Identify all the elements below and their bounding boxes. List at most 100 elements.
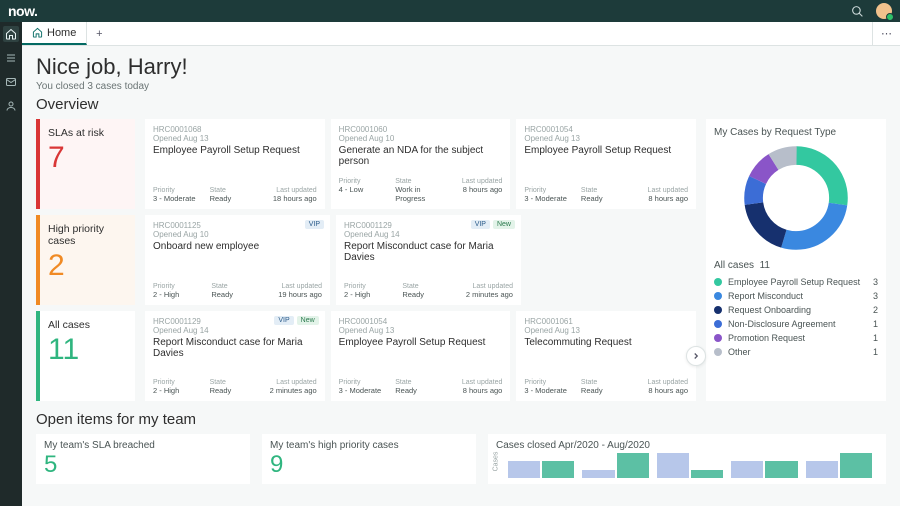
summary-title: All cases bbox=[48, 319, 127, 331]
legend-item[interactable]: Report Misconduct 3 bbox=[714, 291, 878, 301]
rail-list-icon[interactable] bbox=[3, 50, 19, 66]
chart-y-label: Cases bbox=[492, 452, 499, 472]
cases-closed-chart[interactable]: Cases closed Apr/2020 - Aug/2020 Cases bbox=[488, 434, 886, 484]
card-row: VIPHRC0001125Opened Aug 10 Onboard new em… bbox=[145, 215, 696, 305]
case-card[interactable]: HRC0001068Opened Aug 13Employee Payroll … bbox=[145, 119, 325, 209]
chart-bars bbox=[496, 453, 878, 478]
kpi-value: 9 bbox=[270, 451, 468, 479]
rail-user-icon[interactable] bbox=[3, 98, 19, 114]
legend-item[interactable]: Employee Payroll Setup Request3 bbox=[714, 277, 878, 287]
badges: VIP bbox=[305, 220, 324, 229]
chart-bar bbox=[731, 461, 763, 478]
chart-bar bbox=[617, 453, 649, 478]
case-opened: Opened Aug 10 bbox=[153, 230, 322, 239]
case-opened: Opened Aug 13 bbox=[153, 134, 317, 143]
tab-home[interactable]: Home bbox=[22, 22, 87, 45]
legend-dot bbox=[714, 334, 722, 342]
tab-strip: Home + ⋯ bbox=[22, 22, 900, 46]
badge: VIP bbox=[274, 316, 293, 325]
summary-value: 11 bbox=[48, 333, 127, 367]
kpi-value: 5 bbox=[44, 451, 242, 479]
kpi-sla-breached[interactable]: My team's SLA breached 5 bbox=[36, 434, 250, 484]
case-opened: Opened Aug 13 bbox=[524, 134, 688, 143]
chart-bar bbox=[806, 461, 838, 478]
case-footer: Priority2 - HighStateReadyLast updated19… bbox=[153, 283, 322, 299]
add-tab-button[interactable]: + bbox=[87, 22, 111, 45]
case-opened: Opened Aug 13 bbox=[524, 326, 688, 335]
legend-label: Promotion Request bbox=[728, 333, 805, 343]
case-title: Report Misconduct case for Maria Davies bbox=[344, 241, 513, 263]
scroll-right-arrow[interactable] bbox=[686, 346, 706, 366]
case-opened: Opened Aug 14 bbox=[153, 326, 317, 335]
case-title: Report Misconduct case for Maria Davies bbox=[153, 337, 317, 359]
case-id: HRC0001054 bbox=[524, 125, 688, 134]
rail-home-icon[interactable] bbox=[3, 26, 19, 42]
case-title: Employee Payroll Setup Request bbox=[339, 337, 503, 348]
page-title: Nice job, Harry! bbox=[36, 54, 886, 80]
case-card[interactable]: VIPNewHRC0001129Opened Aug 14Report Misc… bbox=[145, 311, 325, 401]
case-card[interactable]: HRC0001061Opened Aug 13Telecommuting Req… bbox=[516, 311, 696, 401]
legend-count: 3 bbox=[873, 291, 878, 301]
chart-bar bbox=[657, 453, 689, 478]
case-card[interactable]: HRC0001054Opened Aug 13 Employee Payroll … bbox=[516, 119, 696, 209]
case-title: Employee Payroll Setup Request bbox=[524, 145, 688, 156]
avatar[interactable] bbox=[876, 3, 892, 19]
summary-title: High priority cases bbox=[48, 223, 127, 247]
chart-bar bbox=[691, 470, 723, 478]
legend-label: Report Misconduct bbox=[728, 291, 803, 301]
case-opened: Opened Aug 14 bbox=[344, 230, 513, 239]
legend-total: All cases 11 bbox=[714, 260, 878, 271]
legend-count: 1 bbox=[873, 319, 878, 329]
case-card[interactable]: HRC0001060Opened Aug 10Generate an NDA f… bbox=[331, 119, 511, 209]
legend-item[interactable]: Non-Disclosure Agreement 1 bbox=[714, 319, 878, 329]
badges: VIPNew bbox=[274, 316, 318, 325]
summary-sla-risk[interactable]: SLAs at risk 7 bbox=[36, 119, 135, 209]
case-card[interactable]: VIPHRC0001125Opened Aug 10 Onboard new em… bbox=[145, 215, 330, 305]
case-title: Onboard new employee bbox=[153, 241, 322, 252]
case-id: HRC0001125 bbox=[153, 221, 322, 230]
case-opened: Opened Aug 13 bbox=[339, 326, 503, 335]
case-footer: Priority3 - ModerateStateReadyLast updat… bbox=[339, 379, 503, 395]
legend-label: Request Onboarding bbox=[728, 305, 811, 315]
case-id: HRC0001060 bbox=[339, 125, 503, 134]
summary-all-cases[interactable]: All cases 11 bbox=[36, 311, 135, 401]
kpi-label: My team's SLA breached bbox=[44, 440, 242, 451]
overview-heading: Overview bbox=[36, 96, 886, 113]
legend-count: 2 bbox=[873, 305, 878, 315]
summary-column: SLAs at risk 7 High priority cases 2 All… bbox=[36, 119, 135, 401]
page-subtitle: You closed 3 cases today bbox=[36, 81, 886, 92]
panel-title: My Cases by Request Type bbox=[714, 127, 878, 138]
legend-dot bbox=[714, 292, 722, 300]
case-footer: Priority3 - ModerateStateReadyLast updat… bbox=[153, 187, 317, 203]
tab-overflow-icon[interactable]: ⋯ bbox=[872, 22, 900, 45]
legend-label: Other bbox=[728, 347, 751, 357]
legend-item[interactable]: Promotion Request 1 bbox=[714, 333, 878, 343]
case-id: HRC0001068 bbox=[153, 125, 317, 134]
chart-bar bbox=[542, 461, 574, 478]
case-footer: Priority2 - HighStateReadyLast updated2 … bbox=[344, 283, 513, 299]
chart-bar bbox=[840, 453, 872, 478]
case-id: HRC0001054 bbox=[339, 317, 503, 326]
legend-count: 1 bbox=[873, 333, 878, 343]
legend: Employee Payroll Setup Request3 Report Mi… bbox=[714, 277, 878, 357]
legend-count: 1 bbox=[873, 347, 878, 357]
kpi-high-priority[interactable]: My team's high priority cases 9 bbox=[262, 434, 476, 484]
card-row: HRC0001068Opened Aug 13Employee Payroll … bbox=[145, 119, 696, 209]
legend-dot bbox=[714, 278, 722, 286]
case-footer: Priority3 - ModerateStateReadyLast updat… bbox=[524, 379, 688, 395]
legend-item[interactable]: Request Onboarding 2 bbox=[714, 305, 878, 315]
open-items-heading: Open items for my team bbox=[36, 411, 886, 428]
home-icon bbox=[32, 27, 43, 38]
legend-item[interactable]: Other 1 bbox=[714, 347, 878, 357]
summary-high-priority[interactable]: High priority cases 2 bbox=[36, 215, 135, 305]
case-title: Generate an NDA for the subject person bbox=[339, 145, 503, 167]
case-id: HRC0001061 bbox=[524, 317, 688, 326]
case-card[interactable]: HRC0001054Opened Aug 13 Employee Payroll … bbox=[331, 311, 511, 401]
case-card[interactable]: VIPNewHRC0001129Opened Aug 14Report Misc… bbox=[336, 215, 521, 305]
logo: now. bbox=[8, 3, 37, 19]
kpi-label: My team's high priority cases bbox=[270, 440, 468, 451]
summary-value: 7 bbox=[48, 141, 127, 175]
rail-inbox-icon[interactable] bbox=[3, 74, 19, 90]
search-icon[interactable] bbox=[851, 5, 864, 18]
legend-label: Non-Disclosure Agreement bbox=[728, 319, 836, 329]
